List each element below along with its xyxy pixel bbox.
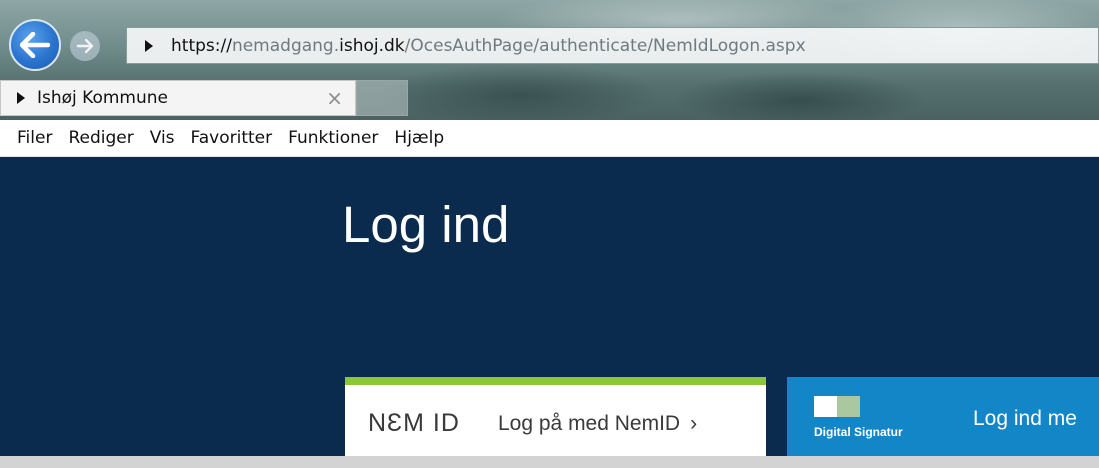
menu-funktioner[interactable]: Funktioner	[288, 128, 378, 148]
browser-tab[interactable]: Ishøj Kommune ×	[0, 80, 356, 116]
logo-block-white	[814, 396, 837, 417]
browser-chrome: https://nemadgang.ishoj.dk/OcesAuthPage/…	[0, 0, 1099, 120]
url-path: /OcesAuthPage/authenticate/NemIdLogon.as…	[404, 35, 806, 56]
close-icon[interactable]: ×	[326, 86, 343, 110]
menu-hjaelp[interactable]: Hjælp	[394, 128, 444, 148]
arrow-left-icon	[20, 32, 50, 58]
nemid-login-link[interactable]: Log på med NemID ›	[498, 412, 697, 436]
play-icon	[17, 92, 25, 104]
menu-filer[interactable]: Filer	[17, 128, 52, 148]
nemid-login-label: Log på med NemID	[498, 412, 681, 435]
menu-favoritter[interactable]: Favoritter	[191, 128, 273, 148]
address-bar[interactable]: https://nemadgang.ishoj.dk/OcesAuthPage/…	[126, 27, 1099, 64]
digital-signatur-logo	[814, 396, 860, 417]
digital-signatur-login-option[interactable]: Digital Signatur Log ind me	[787, 377, 1099, 457]
menu-bar: Filer Rediger Vis Favoritter Funktioner …	[0, 120, 1099, 157]
forward-button[interactable]	[70, 31, 100, 61]
url-scheme: https://	[171, 35, 232, 56]
menu-rediger[interactable]: Rediger	[68, 128, 133, 148]
menu-vis[interactable]: Vis	[150, 128, 175, 148]
url-text: https://nemadgang.ishoj.dk/OcesAuthPage/…	[171, 36, 806, 56]
digital-signatur-logo-text: Digital Signatur	[814, 425, 903, 439]
digital-signatur-login-link[interactable]: Log ind me	[973, 407, 1077, 431]
play-icon	[145, 39, 153, 52]
arrow-right-icon	[76, 38, 94, 54]
page-bottom-strip	[0, 456, 1099, 468]
new-tab-button[interactable]	[356, 80, 408, 116]
tab-title: Ishøj Kommune	[37, 88, 169, 108]
nemid-login-option[interactable]: NƐM ID Log på med NemID ›	[345, 377, 766, 468]
url-subdomain: nemadgang.	[231, 35, 340, 56]
nemid-logo: NƐM ID	[368, 409, 460, 437]
page-title: Log ind	[342, 196, 510, 253]
logo-block-green	[837, 396, 860, 417]
chevron-right-icon: ›	[690, 412, 698, 435]
page-content: Log ind NƐM ID Log på med NemID › Digital…	[0, 157, 1099, 468]
url-domain: ishoj.dk	[339, 35, 405, 56]
back-button[interactable]	[9, 19, 61, 71]
